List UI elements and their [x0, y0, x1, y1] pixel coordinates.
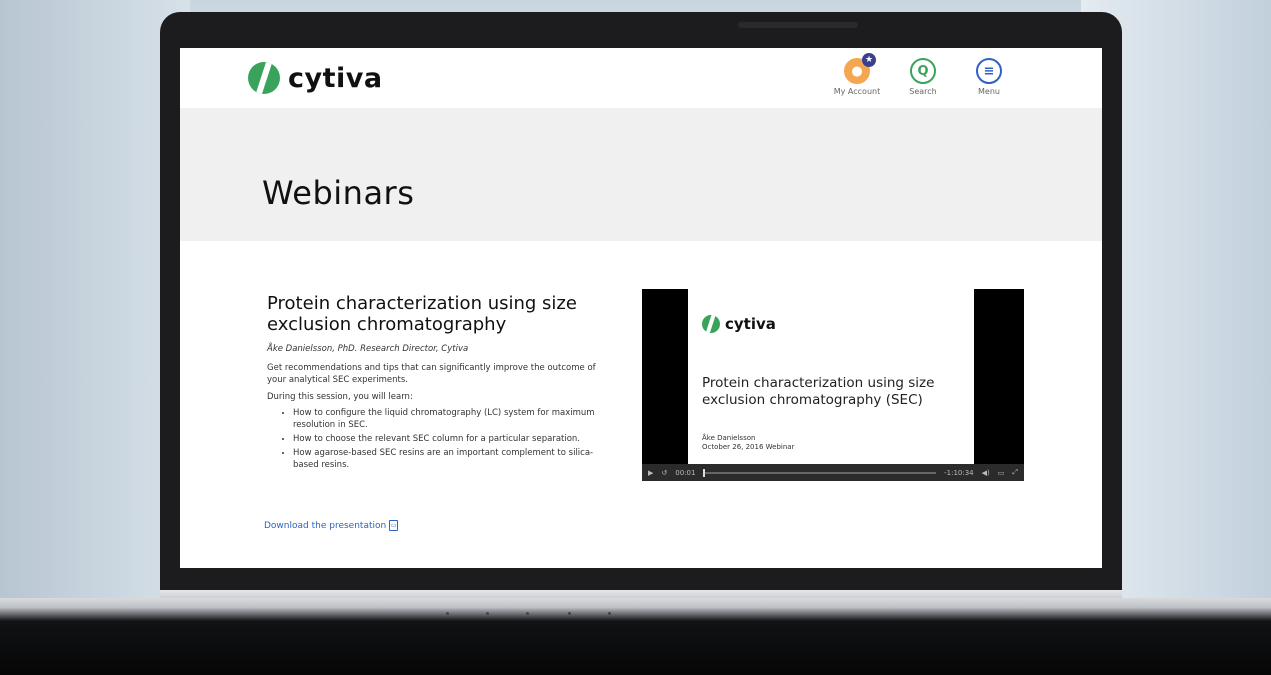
search-icon: Q — [910, 58, 936, 84]
slide-logo: cytiva — [702, 315, 776, 333]
volume-icon[interactable]: ◀) — [982, 469, 990, 477]
video-player[interactable]: cytiva Protein characterization using si… — [642, 289, 1024, 481]
replay-icon[interactable]: ↺ — [661, 469, 667, 477]
video-slide: cytiva Protein characterization using si… — [688, 289, 974, 464]
video-controls: ▶ ↺ 00:01 -1:10:34 ◀) ▭ ⤢ — [642, 464, 1024, 481]
laptop-base — [0, 598, 1271, 675]
learning-points: How to configure the liquid chromatograp… — [267, 407, 607, 471]
progress-track[interactable] — [703, 468, 937, 477]
indicator-dot — [446, 612, 449, 615]
slide-title: Protein characterization using size excl… — [702, 375, 935, 408]
page-title: Webinars — [262, 174, 415, 212]
play-icon[interactable]: ▶ — [648, 469, 653, 477]
remaining-time: -1:10:34 — [944, 468, 974, 477]
list-item: How agarose-based SEC resins are an impo… — [293, 447, 607, 471]
site-header: cytiva ● ★ My Account Q Search ≡ Menu — [180, 48, 1102, 108]
download-presentation-link[interactable]: Download the presentation ▭ — [264, 520, 399, 531]
slide-logo-text: cytiva — [725, 315, 776, 333]
header-nav: ● ★ My Account Q Search ≡ Menu — [832, 53, 1014, 96]
fullscreen-icon[interactable]: ⤢ — [1012, 468, 1018, 477]
logo-text: cytiva — [288, 62, 383, 94]
indicator-dot — [526, 612, 529, 615]
learn-intro: During this session, you will learn: — [267, 392, 413, 402]
webinar-author: Åke Danielsson, PhD. Research Director, … — [267, 344, 469, 354]
list-item: How to choose the relevant SEC column fo… — [293, 433, 607, 445]
menu-button[interactable]: ≡ Menu — [964, 58, 1014, 96]
account-icon: ● ★ — [844, 53, 876, 84]
page-banner: Webinars — [180, 108, 1102, 241]
cytiva-logo-icon — [248, 62, 280, 94]
nav-label: My Account — [833, 87, 881, 96]
download-label: Download the presentation — [264, 520, 387, 531]
slide-author-block: Åke Danielsson October 26, 2016 Webinar — [702, 434, 794, 452]
slide-date: October 26, 2016 Webinar — [702, 443, 795, 451]
indicator-dot — [486, 612, 489, 615]
star-badge-icon: ★ — [862, 53, 876, 67]
webinar-title: Protein characterization using size excl… — [267, 293, 577, 335]
search-button[interactable]: Q Search — [898, 58, 948, 96]
nav-label: Search — [909, 87, 937, 96]
slide-author: Åke Danielsson — [702, 434, 756, 442]
indicator-dot — [568, 612, 571, 615]
indicator-dot — [608, 612, 611, 615]
cytiva-logo-icon — [702, 315, 720, 333]
my-account-button[interactable]: ● ★ My Account — [832, 53, 882, 96]
laptop-screen: cytiva ● ★ My Account Q Search ≡ Menu Web… — [180, 48, 1102, 568]
cytiva-logo[interactable]: cytiva — [248, 62, 383, 94]
elapsed-time: 00:01 — [675, 468, 696, 477]
pdf-icon: ▭ — [389, 520, 399, 531]
nav-label: Menu — [978, 87, 1000, 96]
webinar-description: Get recommendations and tips that can si… — [267, 363, 596, 385]
webinar-details: Protein characterization using size excl… — [267, 293, 607, 473]
list-item: How to configure the liquid chromatograp… — [293, 407, 607, 431]
airplay-icon[interactable]: ▭ — [998, 469, 1005, 477]
menu-icon: ≡ — [976, 58, 1002, 84]
webcam — [738, 22, 858, 28]
